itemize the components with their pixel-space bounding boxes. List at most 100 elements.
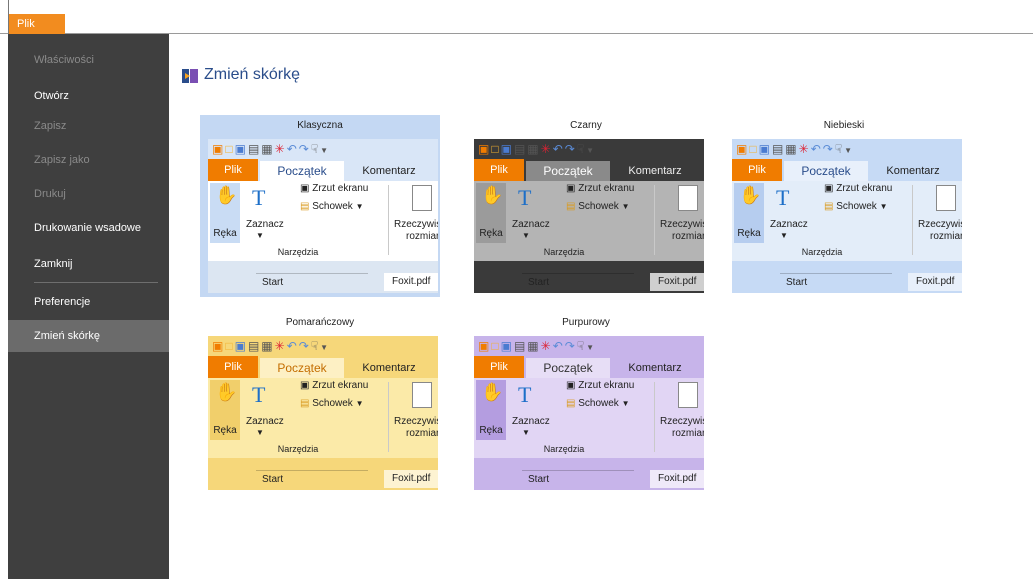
clipboard-button: ▤ Schowek ▼ — [566, 398, 630, 409]
chevron-down-icon: ▼ — [621, 202, 630, 211]
actual-size-label-2: rozmiar — [930, 231, 962, 242]
sidebar-item-drukuj[interactable]: Drukuj — [8, 178, 169, 210]
document-tabs: Start Foxit.pdf — [208, 261, 438, 293]
actual-size-label-2: rozmiar — [406, 428, 438, 439]
quick-access-toolbar: ▣□▣▤▦✳↶↷☟▼ — [474, 336, 704, 356]
select-text-icon: T — [252, 185, 266, 210]
sidebar-item-zapisz-jako[interactable]: Zapisz jako — [8, 144, 169, 176]
select-label: Zaznacz — [246, 416, 284, 427]
skin-card-purpurowy[interactable]: Purpurowy ▣□▣▤▦✳↶↷☟▼ Plik Początek Komen… — [466, 312, 706, 494]
hand-button: ✋ Ręka — [734, 183, 764, 243]
select-label: Zaznacz — [512, 416, 550, 427]
screenshot-label: Zrzut ekranu — [578, 183, 635, 194]
file-tab[interactable]: Plik — [9, 14, 65, 34]
ribbon-divider — [388, 185, 389, 255]
screenshot-label: Zrzut ekranu — [312, 183, 369, 194]
new-icon: ✳ — [540, 339, 553, 353]
sidebar-item-zamknij[interactable]: Zamknij — [8, 248, 169, 280]
group-label-narzedzia: Narzędzia — [277, 444, 319, 454]
tab-start: Start — [522, 470, 634, 488]
save-icon: ▣ — [234, 142, 248, 156]
ribbon-panel: ✋ Ręka T Zaznacz ▼ ▣ Zrzut ekranu ▤ Scho… — [474, 181, 704, 261]
hand-label: Ręka — [479, 228, 503, 239]
hand-icon: ✋ — [215, 185, 238, 205]
toolbar-icons: ▣□▣▤▦✳↶↷☟▼ — [736, 142, 854, 156]
ribbon-panel: ✋ Ręka T Zaznacz ▼ ▣ Zrzut ekranu ▤ Scho… — [732, 181, 962, 261]
new-icon: ✳ — [274, 339, 287, 353]
tab-komentarz: Komentarz — [362, 165, 416, 177]
skin-card-klasyczna[interactable]: Klasyczna ▣□▣▤▦✳↶↷☟▼ Plik Początek Komen… — [200, 115, 440, 297]
document-tabs: Start Foxit.pdf — [732, 261, 962, 293]
tab-start: Start — [522, 273, 634, 291]
chevron-down-icon: ▼ — [780, 231, 788, 240]
clipboard-icon: ▤ — [566, 201, 576, 212]
clipboard-button: ▤ Schowek ▼ — [300, 201, 364, 212]
sidebar-item-preferencje[interactable]: Preferencje — [8, 286, 169, 318]
skin-card-pomaranczowy[interactable]: Pomarańczowy ▣□▣▤▦✳↶↷☟▼ Plik Początek Ko… — [200, 312, 440, 494]
undo-icon: ↶ — [286, 142, 299, 156]
hand-tool-icon: ☟ — [310, 339, 321, 353]
undo-icon: ↶ — [552, 142, 565, 156]
quick-access-toolbar: ▣□▣▤▦✳↶↷☟▼ — [208, 336, 438, 356]
hand-label: Ręka — [737, 228, 761, 239]
hand-button: ✋ Ręka — [476, 380, 506, 440]
actual-size-icon — [678, 382, 698, 408]
actual-size-label: Rzeczywist — [394, 219, 438, 230]
hand-button: ✋ Ręka — [476, 183, 506, 243]
sidebar-item-zmien-skorke[interactable]: Zmień skórkę — [8, 320, 169, 352]
tab-foxit-pdf: Foxit.pdf — [650, 273, 704, 291]
group-label-narzedzia: Narzędzia — [277, 247, 319, 257]
app-logo-icon: ▣ — [478, 142, 492, 156]
camera-icon: ▣ — [300, 380, 310, 391]
sidebar-item-zapisz[interactable]: Zapisz — [8, 110, 169, 142]
backstage-sidebar: Właściwości Otwórz Zapisz Zapisz jako Dr… — [8, 34, 169, 579]
select-label: Zaznacz — [512, 219, 550, 230]
clipboard-button: ▤ Schowek ▼ — [300, 398, 364, 409]
skin-name: Klasyczna — [297, 120, 343, 131]
toolbar-icons: ▣□▣▤▦✳↶↷☟▼ — [478, 142, 596, 156]
ribbon-divider — [912, 185, 913, 255]
actual-size-icon — [412, 382, 432, 408]
quick-access-toolbar: ▣□▣▤▦✳↶↷☟▼ — [732, 139, 962, 159]
skin-card-niebieski[interactable]: Niebieski ▣□▣▤▦✳↶↷☟▼ Plik Początek Komen… — [724, 115, 964, 297]
chevron-down-icon: ▼ — [844, 146, 855, 155]
tab-plik: Plik — [474, 356, 524, 378]
chevron-down-icon: ▼ — [320, 146, 331, 155]
sidebar-item-wlasciwosci[interactable]: Właściwości — [8, 44, 169, 76]
clipboard-label: Schowek — [836, 201, 877, 212]
sidebar-item-drukowanie-wsadowe[interactable]: Drukowanie wsadowe — [8, 212, 169, 244]
skin-card-czarny[interactable]: Czarny ▣□▣▤▦✳↶↷☟▼ Plik Początek Komentar… — [466, 115, 706, 297]
tab-start: Start — [256, 470, 368, 488]
hand-button: ✋ Ręka — [210, 380, 240, 440]
save-icon: ▣ — [500, 142, 514, 156]
sidebar-item-otworz[interactable]: Otwórz — [8, 80, 169, 112]
print-icon: ▤ — [513, 339, 528, 353]
page-title: Zmień skórkę — [204, 66, 301, 83]
skin-preview: ▣□▣▤▦✳↶↷☟▼ Plik Początek Komentarz ✋ Ręk… — [208, 139, 438, 293]
actual-size-label: Rzeczywist — [394, 416, 438, 427]
clipboard-icon: ▤ — [300, 398, 310, 409]
undo-icon: ↶ — [286, 339, 299, 353]
ribbon-tabs: Plik Początek Komentarz — [474, 356, 704, 378]
ribbon-tabs: Plik Początek Komentarz — [732, 159, 962, 181]
actual-size-label-2: rozmiar — [672, 428, 704, 439]
redo-icon: ↷ — [564, 142, 577, 156]
hand-tool-icon: ☟ — [576, 339, 587, 353]
tab-foxit-pdf: Foxit.pdf — [384, 273, 438, 291]
select-text-icon: T — [252, 382, 266, 407]
hand-label: Ręka — [479, 425, 503, 436]
actual-size-label: Rzeczywist — [660, 416, 704, 427]
tab-plik: Plik — [208, 159, 258, 181]
screenshot-label: Zrzut ekranu — [312, 380, 369, 391]
tab-foxit-pdf: Foxit.pdf — [650, 470, 704, 488]
select-text-icon: T — [518, 185, 532, 210]
menu-bar — [0, 0, 1033, 34]
new-icon: ✳ — [274, 142, 287, 156]
clipboard-button: ▤ Schowek ▼ — [566, 201, 630, 212]
clipboard-label: Schowek — [312, 398, 353, 409]
screenshot-label: Zrzut ekranu — [836, 183, 893, 194]
chevron-down-icon: ▼ — [586, 146, 597, 155]
select-text-icon: T — [776, 185, 790, 210]
sidebar-divider — [34, 282, 158, 283]
open-folder-icon: □ — [225, 339, 235, 353]
